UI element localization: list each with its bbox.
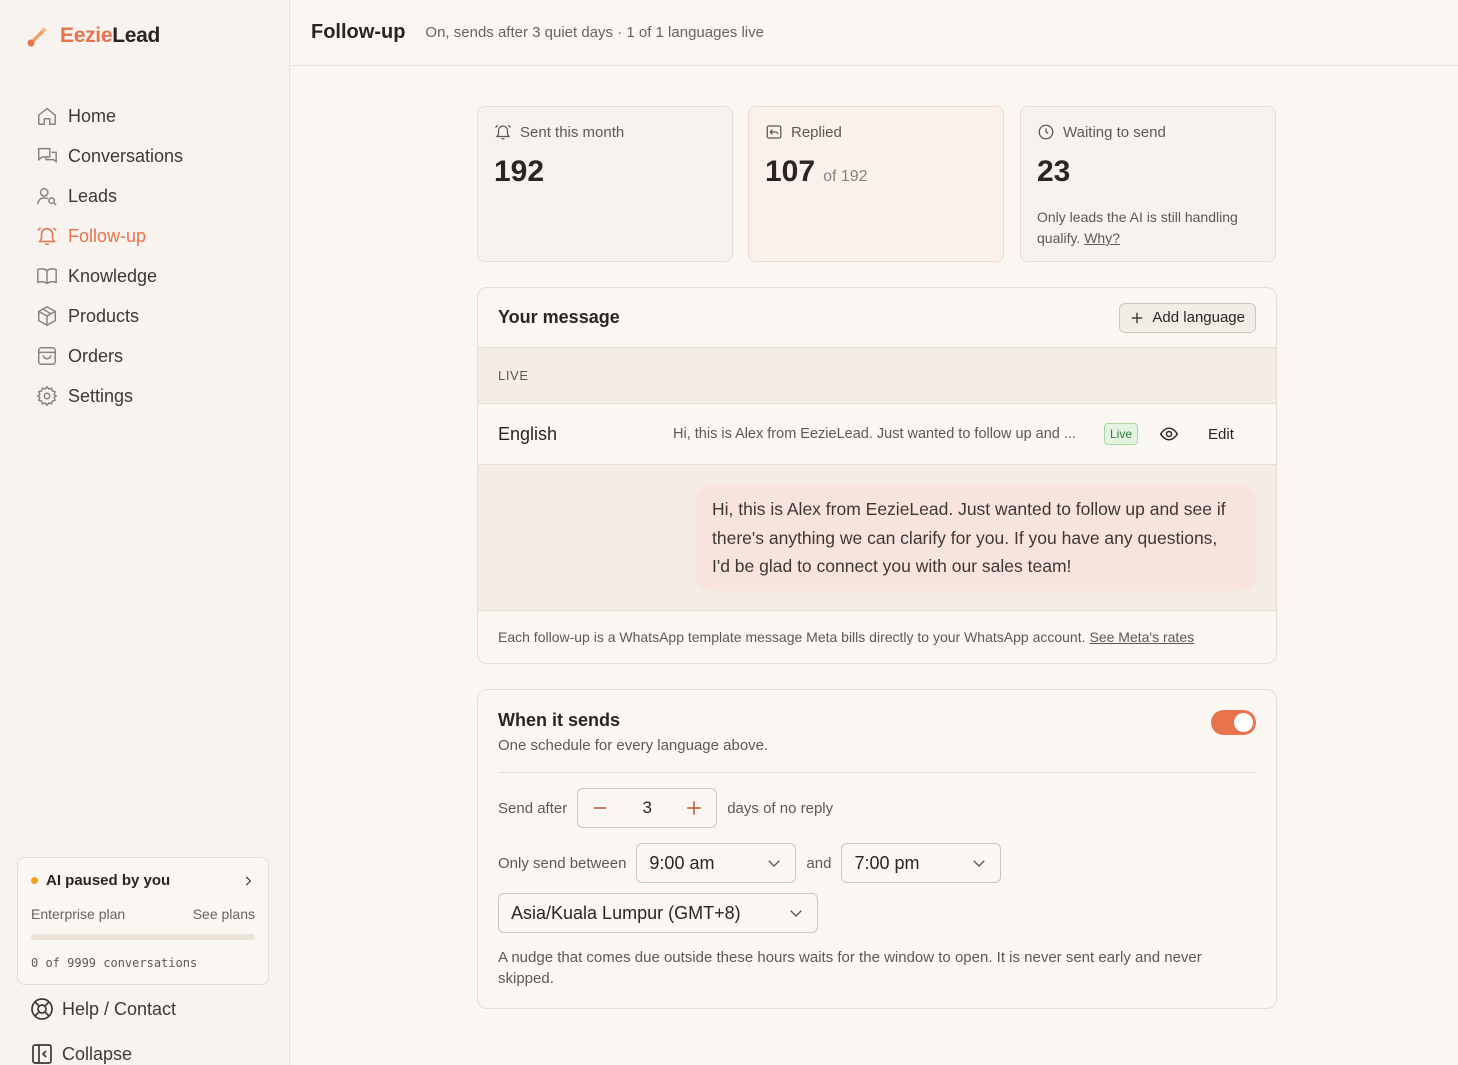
nav-label: Conversations	[68, 145, 184, 166]
language-name: English	[498, 423, 558, 444]
stat-value: 23	[1037, 155, 1071, 188]
stat-replied: Replied 107 of 192	[748, 106, 1004, 262]
end-time-select[interactable]: 7:00 pm	[841, 843, 1002, 883]
box-icon	[34, 303, 60, 329]
send-after-row: Send after 3 days of no reply	[498, 788, 833, 828]
nav-item-knowledge[interactable]: Knowledge	[26, 256, 266, 296]
collapse-button[interactable]: Collapse	[30, 1042, 132, 1065]
nav-item-home[interactable]: Home	[26, 96, 266, 136]
nav-label: Follow-up	[68, 225, 147, 246]
divider	[498, 772, 1256, 773]
schedule-title: When it sends	[498, 710, 621, 730]
home-icon	[34, 103, 60, 129]
message-title: Your message	[498, 307, 620, 327]
billing-note: Each follow-up is a WhatsApp template me…	[498, 628, 1195, 645]
ai-status-card[interactable]: AI paused by you Enterprise plan See pla…	[17, 857, 269, 985]
ai-status: AI paused by you	[31, 872, 170, 889]
chevron-down-icon	[768, 860, 781, 867]
nav-label: Leads	[68, 185, 118, 206]
minus-icon[interactable]	[588, 796, 612, 820]
user-search-icon	[34, 183, 60, 209]
start-time-select[interactable]: 9:00 am	[636, 843, 797, 883]
days-stepper[interactable]: 3	[577, 788, 718, 828]
plan-name: Enterprise plan	[31, 906, 126, 922]
meta-rates-link[interactable]: See Meta's rates	[1090, 629, 1195, 645]
help-label: Help / Contact	[62, 998, 177, 1019]
language-row-english[interactable]: English Hi, this is Alex from EezieLead.…	[478, 404, 1276, 465]
usage-count: 0 of 9999 conversations	[31, 956, 198, 970]
chevron-down-icon	[790, 910, 802, 917]
add-language-button[interactable]: Add language	[1119, 302, 1256, 333]
nav-item-settings[interactable]: Settings	[26, 376, 266, 416]
chat-icon	[34, 143, 60, 169]
clock-icon	[1038, 124, 1054, 140]
stat-note: Only leads the AI is still handling qual…	[1037, 209, 1238, 246]
help-contact-link[interactable]: Help / Contact	[30, 997, 176, 1021]
live-section-label: LIVE	[478, 348, 1276, 404]
gear-icon	[34, 383, 60, 409]
message-bubble: Hi, this is Alex from EezieLead. Just wa…	[696, 485, 1256, 591]
see-plans-link[interactable]: See plans	[193, 906, 255, 922]
plus-icon	[1132, 312, 1143, 323]
days-value: 3	[642, 798, 652, 817]
nav-label: Settings	[68, 385, 134, 406]
bell-icon	[34, 223, 60, 249]
usage-bar	[31, 934, 255, 940]
bell-icon	[495, 124, 511, 140]
schedule-subtitle: One schedule for every language above.	[498, 737, 769, 754]
plus-icon[interactable]	[682, 796, 706, 820]
bag-icon	[34, 343, 60, 369]
book-icon	[34, 263, 60, 289]
brand-logo[interactable]: EezieLead	[26, 24, 160, 48]
nav-item-products[interactable]: Products	[26, 296, 266, 336]
schedule-explanation: A nudge that comes due outside these hou…	[498, 949, 1202, 987]
nav-label: Products	[68, 305, 140, 326]
why-link[interactable]: Why?	[1084, 230, 1120, 246]
main-nav: Home Conversations Leads Follow-up Knowl…	[26, 96, 266, 416]
stat-value: 107	[765, 155, 816, 188]
stat-sent: Sent this month 192	[477, 106, 733, 262]
reply-icon	[766, 125, 782, 139]
nav-label: Knowledge	[68, 265, 158, 286]
live-badge: Live	[1104, 423, 1139, 445]
timezone-row: Asia/Kuala Lumpur (GMT+8)	[498, 893, 818, 933]
logo-icon	[27, 27, 47, 47]
nav-item-leads[interactable]: Leads	[26, 176, 266, 216]
page-subtitle: On, sends after 3 quiet days · 1 of 1 la…	[425, 24, 764, 41]
collapse-icon	[32, 1044, 52, 1064]
send-after-label: Send after	[498, 799, 568, 817]
stat-label: Waiting to send	[1063, 123, 1166, 141]
page-title: Follow-up	[311, 21, 406, 43]
status-dot	[31, 877, 38, 884]
nav-item-conversations[interactable]: Conversations	[26, 136, 266, 176]
schedule-toggle[interactable]	[1211, 710, 1256, 735]
page-header: Follow-up On, sends after 3 quiet days ·…	[290, 0, 1458, 66]
stat-waiting: Waiting to send 23 Only leads the AI is …	[1020, 106, 1276, 262]
nav-item-orders[interactable]: Orders	[26, 336, 266, 376]
and-label: and	[806, 854, 832, 872]
window-row: Only send between 9:00 am and 7:00 pm	[498, 843, 1002, 883]
stat-label: Replied	[791, 123, 842, 141]
brand-name: EezieLead	[60, 24, 161, 47]
edit-button[interactable]: Edit	[1208, 426, 1234, 443]
nav-item-follow-up[interactable]: Follow-up	[26, 216, 266, 256]
days-suffix: days of no reply	[727, 799, 834, 817]
schedule-card: When it sends One schedule for every lan…	[477, 689, 1277, 1009]
stat-label: Sent this month	[520, 123, 625, 141]
chevron-right-icon[interactable]	[241, 874, 255, 888]
timezone-select[interactable]: Asia/Kuala Lumpur (GMT+8)	[498, 893, 818, 933]
nav-label: Home	[68, 105, 117, 126]
collapse-label: Collapse	[62, 1043, 133, 1064]
message-preview: Hi, this is Alex from EezieLead. Just wa…	[673, 426, 1076, 442]
stat-of: of 192	[823, 168, 868, 185]
between-label: Only send between	[498, 854, 627, 872]
lifebuoy-icon	[31, 998, 53, 1020]
sidebar: EezieLead Home Conversations Leads Follo…	[0, 0, 290, 1065]
message-card: Your message Add language LIVE English H…	[477, 287, 1277, 664]
message-preview-area: Hi, this is Alex from EezieLead. Just wa…	[478, 465, 1276, 611]
stat-value: 192	[494, 155, 545, 188]
eye-icon[interactable]	[1158, 423, 1180, 445]
chevron-down-icon	[973, 860, 986, 867]
nav-label: Orders	[68, 345, 124, 366]
